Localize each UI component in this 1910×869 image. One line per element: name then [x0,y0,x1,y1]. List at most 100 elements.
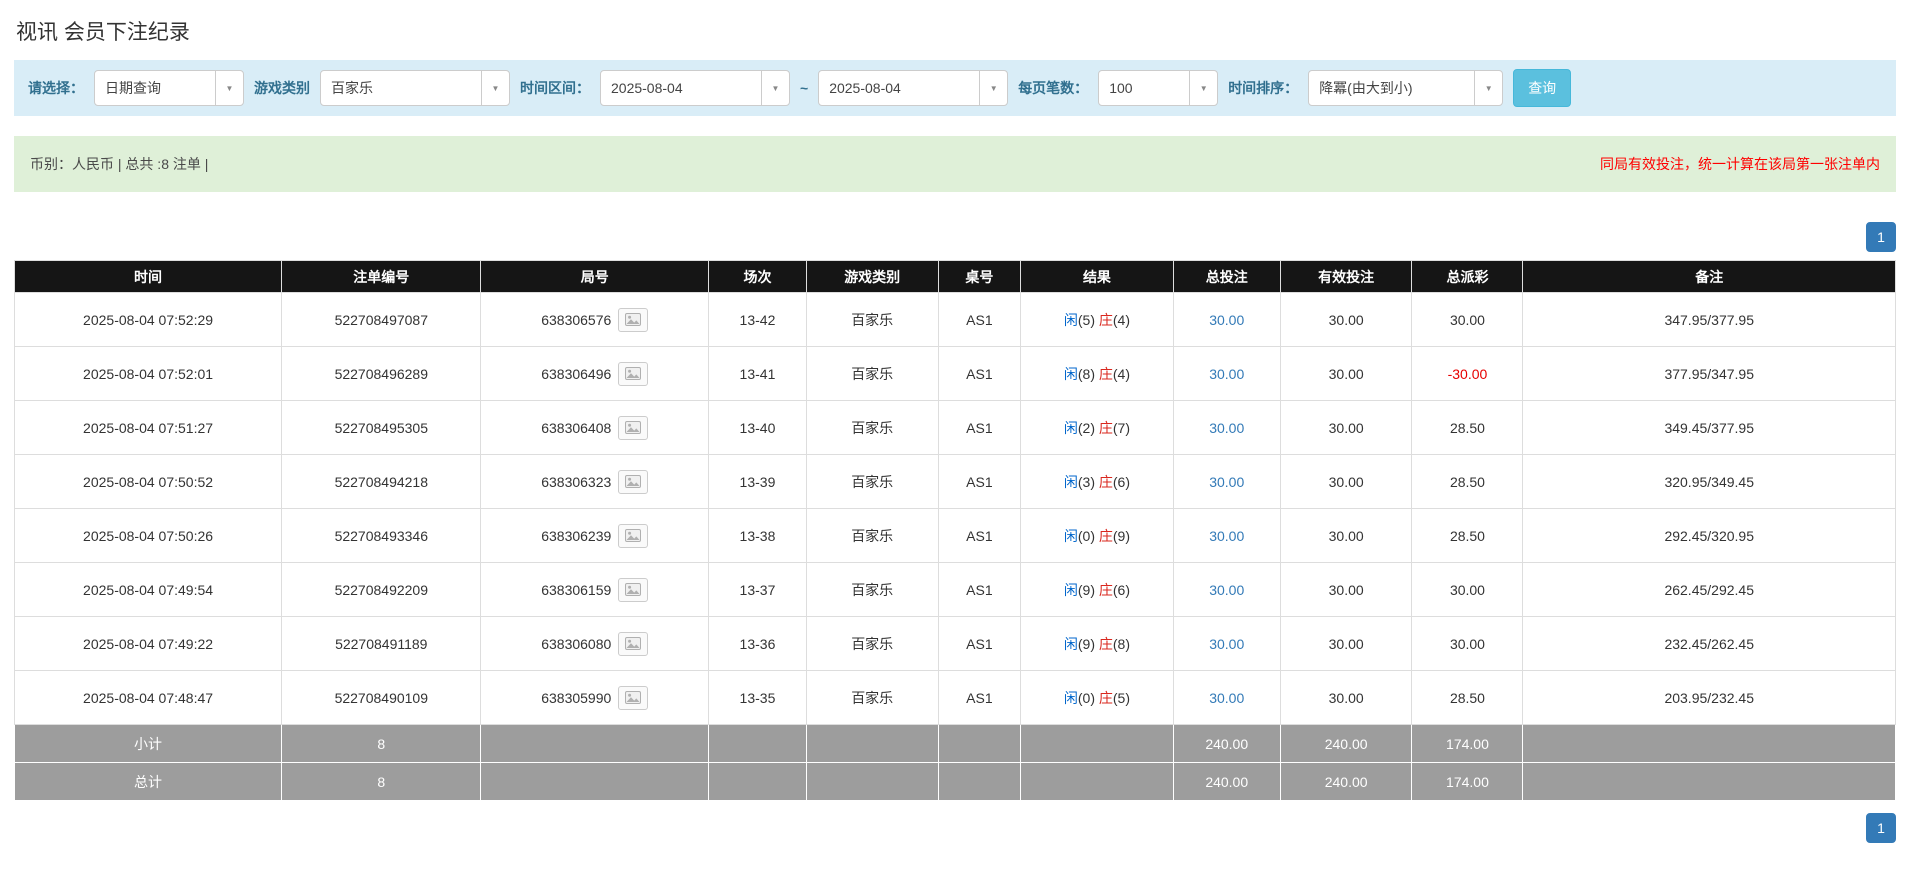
result-cell: 闲(8) 庄(4) [1021,347,1173,401]
subtotal-row: 小计8240.00240.00174.00 [15,725,1896,763]
total-bet-cell: 30.00 [1173,563,1280,617]
round-media-button[interactable] [618,524,648,548]
total-bet-link[interactable]: 30.00 [1209,474,1244,490]
chevron-down-icon: ▼ [761,71,789,105]
payout-cell: 30.00 [1412,617,1523,671]
round-media-button[interactable] [618,578,648,602]
column-header-7: 总投注 [1173,261,1280,293]
bet-record-row: 2025-08-04 07:49:54522708492209638306159… [15,563,1896,617]
total-bet-link[interactable]: 30.00 [1209,420,1244,436]
image-icon [625,691,641,704]
chevron-down-icon: ▼ [215,71,243,105]
result-player: 闲(8) [1064,366,1095,382]
remark-cell: 347.95/377.95 [1523,293,1896,347]
session-cell: 13-39 [709,455,807,509]
total-bet-link[interactable]: 30.00 [1209,312,1244,328]
total-bet-cell: 30.00 [1173,455,1280,509]
round-media-button[interactable] [618,686,648,710]
page-size-select[interactable]: 100 ▼ [1098,70,1218,106]
bet-id-cell: 522708496289 [282,347,481,401]
subtotal-row-cell-7: 240.00 [1173,725,1280,763]
chevron-glyph: ▼ [1485,84,1493,93]
game-type-cell: 百家乐 [806,293,938,347]
table-no-cell: AS1 [938,347,1021,401]
game-type-cell: 百家乐 [806,509,938,563]
round-cell: 638306323 [481,455,709,509]
total-bet-link[interactable]: 30.00 [1209,366,1244,382]
bet-time-cell: 2025-08-04 07:51:27 [15,401,282,455]
game-type-cell: 百家乐 [806,617,938,671]
round-cell: 638306408 [481,401,709,455]
date-to-value: 2025-08-04 [819,80,911,96]
session-cell: 13-41 [709,347,807,401]
search-button[interactable]: 查询 [1513,69,1571,107]
filter-bar: 请选择： 日期查询 ▼ 游戏类别 百家乐 ▼ 时间区间： 2025-08-04 … [14,60,1896,116]
total-bet-link[interactable]: 30.00 [1209,636,1244,652]
result-cell: 闲(2) 庄(7) [1021,401,1173,455]
result-player: 闲(9) [1064,636,1095,652]
total-row-cell-10 [1523,763,1896,801]
chevron-glyph: ▼ [226,84,234,93]
game-type-cell: 百家乐 [806,401,938,455]
pagination-top: 1 [14,222,1896,252]
table-no-cell: AS1 [938,293,1021,347]
bet-id-cell: 522708490109 [282,671,481,725]
bet-time-cell: 2025-08-04 07:49:22 [15,617,282,671]
game-type-select[interactable]: 百家乐 ▼ [320,70,510,106]
image-icon [625,367,641,380]
round-id: 638306576 [541,312,611,328]
round-media-button[interactable] [618,362,648,386]
chevron-glyph: ▼ [1200,84,1208,93]
bet-record-row: 2025-08-04 07:52:29522708497087638306576… [15,293,1896,347]
date-from-select[interactable]: 2025-08-04 ▼ [600,70,790,106]
result-cell: 闲(0) 庄(5) [1021,671,1173,725]
round-media-button[interactable] [618,308,648,332]
valid-bet-cell: 30.00 [1280,617,1412,671]
session-cell: 13-36 [709,617,807,671]
query-type-select[interactable]: 日期查询 ▼ [94,70,244,106]
subtotal-row-cell-0: 小计 [15,725,282,763]
bet-time-cell: 2025-08-04 07:50:26 [15,509,282,563]
betting-records-table: 时间注单编号局号场次游戏类别桌号结果总投注有效投注总派彩备注 2025-08-0… [14,260,1896,801]
session-cell: 13-37 [709,563,807,617]
chevron-glyph: ▼ [492,84,500,93]
round-id: 638306408 [541,420,611,436]
total-bet-link[interactable]: 30.00 [1209,582,1244,598]
remark-cell: 349.45/377.95 [1523,401,1896,455]
sort-select[interactable]: 降冪(由大到小) ▼ [1308,70,1503,106]
round-id: 638306159 [541,582,611,598]
total-bet-cell: 30.00 [1173,293,1280,347]
remark-cell: 203.95/232.45 [1523,671,1896,725]
round-cell: 638306080 [481,617,709,671]
game-type-label: 游戏类别 [254,78,310,98]
time-range-label: 时间区间： [520,78,590,98]
total-row-cell-9: 174.00 [1412,763,1523,801]
date-to-select[interactable]: 2025-08-04 ▼ [818,70,1008,106]
image-icon [625,421,641,434]
total-bet-link[interactable]: 30.00 [1209,528,1244,544]
result-cell: 闲(0) 庄(9) [1021,509,1173,563]
pagination-page-1[interactable]: 1 [1866,813,1896,843]
round-media-button[interactable] [618,416,648,440]
currency-summary: 币别：人民币 | 总共 :8 注单 | [30,154,208,174]
subtotal-row-cell-9: 174.00 [1412,725,1523,763]
column-header-9: 总派彩 [1412,261,1523,293]
table-no-cell: AS1 [938,401,1021,455]
round-cell: 638305990 [481,671,709,725]
round-id: 638305990 [541,690,611,706]
bet-id-cell: 522708497087 [282,293,481,347]
bet-time-cell: 2025-08-04 07:50:52 [15,455,282,509]
table-header-row: 时间注单编号局号场次游戏类别桌号结果总投注有效投注总派彩备注 [15,261,1896,293]
chevron-glyph: ▼ [772,84,780,93]
round-media-button[interactable] [618,470,648,494]
total-bet-link[interactable]: 30.00 [1209,690,1244,706]
chevron-glyph: ▼ [990,84,998,93]
column-header-2: 局号 [481,261,709,293]
subtotal-row-cell-5 [938,725,1021,763]
total-bet-cell: 30.00 [1173,347,1280,401]
image-icon [625,529,641,542]
column-header-0: 时间 [15,261,282,293]
round-media-button[interactable] [618,632,648,656]
pagination-page-1[interactable]: 1 [1866,222,1896,252]
query-type-value: 日期查询 [95,78,171,98]
